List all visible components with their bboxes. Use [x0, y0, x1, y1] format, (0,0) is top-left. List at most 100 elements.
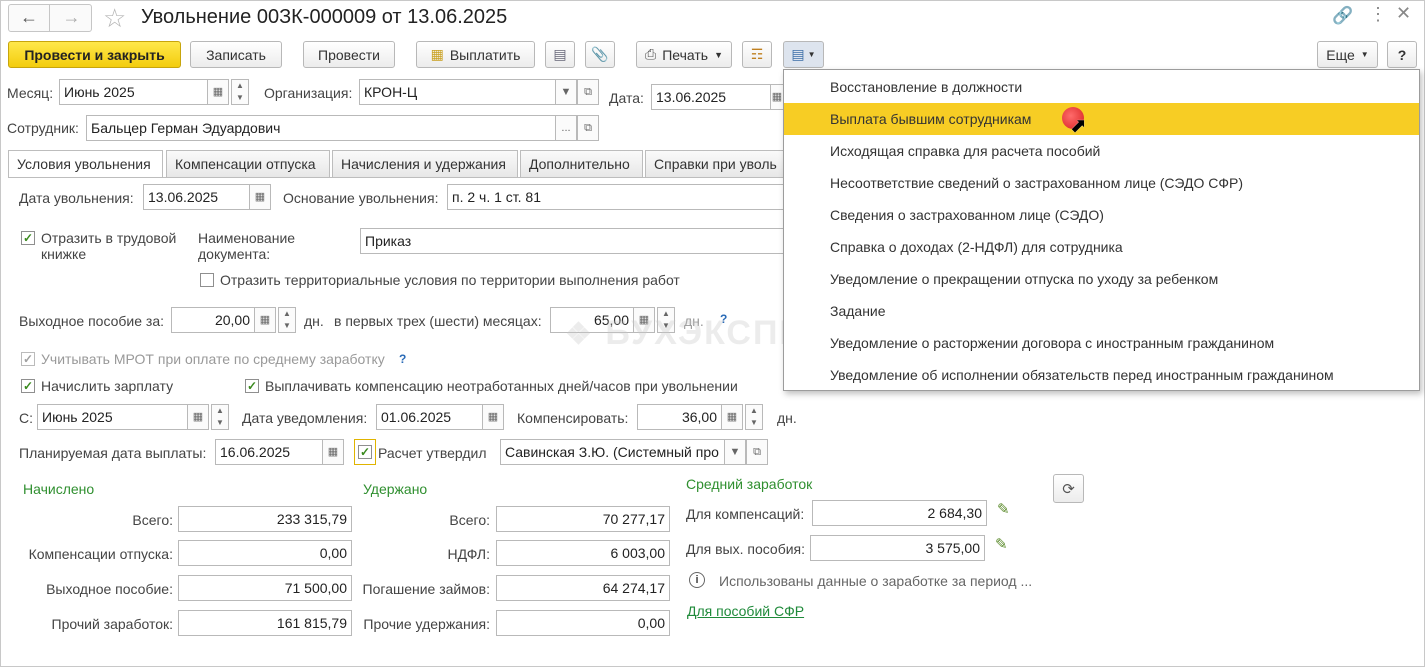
- favorite-star-icon[interactable]: ☆: [103, 3, 126, 34]
- create-based-icon: ▤: [791, 46, 805, 62]
- date-field[interactable]: 13.06.2025: [651, 84, 771, 110]
- employee-label: Сотрудник:: [7, 120, 79, 136]
- reason-field[interactable]: п. 2 ч. 1 ст. 81: [447, 184, 784, 210]
- create-based-on-button[interactable]: ▤ ▼: [783, 41, 824, 68]
- compensate-spinner[interactable]: ▲ ▼: [745, 404, 763, 430]
- from-field[interactable]: Июнь 2025: [37, 404, 188, 430]
- journal-button[interactable]: ▤: [545, 41, 575, 68]
- more-vertical-icon[interactable]: ⋮: [1369, 4, 1387, 25]
- employee-field[interactable]: Бальцер Герман Эдуардович: [86, 115, 556, 141]
- menu-item-foreign-obligations-notice[interactable]: Уведомлениe об исполнении обязательств п…: [784, 359, 1419, 391]
- compensation-checkbox[interactable]: ✓: [245, 379, 259, 393]
- accrued-total-value: 233 315,79: [178, 506, 352, 532]
- doc-name-label: Наименование документа:: [198, 230, 296, 262]
- approved-checkbox[interactable]: ✓: [358, 445, 372, 459]
- calculator-icon[interactable]: ▦: [721, 404, 743, 430]
- withheld-total-label: Всего:: [449, 512, 490, 528]
- from-label: С:: [19, 410, 33, 426]
- menu-item-task[interactable]: Задание: [784, 295, 1419, 327]
- forward-arrow-icon[interactable]: →: [51, 5, 92, 31]
- edit-pencil-icon[interactable]: ✎: [995, 535, 1008, 553]
- menu-item-income-certificate[interactable]: Справка о доходах (2-НДФЛ) для сотрудник…: [784, 231, 1419, 263]
- chevron-down-icon: ▼: [714, 49, 723, 60]
- select-ellipsis-icon[interactable]: ...: [555, 115, 577, 141]
- month-field[interactable]: Июнь 2025: [59, 79, 208, 105]
- link-icon[interactable]: 🔗: [1332, 6, 1353, 26]
- calculator-icon[interactable]: ▦: [254, 307, 276, 333]
- compensate-label: Компенсировать:: [517, 410, 629, 426]
- salary-checkbox[interactable]: ✓: [21, 379, 35, 393]
- open-icon[interactable]: ⧉: [746, 439, 768, 465]
- refresh-button[interactable]: ⟳: [1053, 474, 1084, 503]
- sfr-benefits-link[interactable]: Для пособий СФР: [687, 603, 804, 619]
- post-and-close-button[interactable]: Провести и закрыть: [8, 41, 181, 68]
- help-icon[interactable]: ?: [399, 352, 406, 366]
- month-label: Месяц:: [7, 85, 54, 101]
- tab-conditions[interactable]: Условия увольнения: [8, 150, 163, 178]
- withheld-loans-label: Погашение займов:: [362, 581, 490, 597]
- open-icon[interactable]: ⧉: [577, 115, 599, 141]
- approver-field[interactable]: Савинская З.Ю. (Системный про: [500, 439, 725, 465]
- menu-item-leave-termination-notice[interactable]: Уведомление о прекращении отпуска по ухо…: [784, 263, 1419, 295]
- from-spinner[interactable]: ▲ ▼: [211, 404, 229, 430]
- print-label: Печать: [662, 46, 709, 63]
- back-arrow-icon[interactable]: ←: [9, 5, 50, 31]
- withheld-total-value: 70 277,17: [496, 506, 670, 532]
- print-button[interactable]: ⎙ Печать ▼: [636, 41, 732, 68]
- calendar-icon[interactable]: ▦: [322, 439, 344, 465]
- calendar-icon[interactable]: ▦: [187, 404, 209, 430]
- severance-spinner[interactable]: ▲ ▼: [278, 307, 296, 333]
- chevron-down-icon[interactable]: ▼: [724, 439, 746, 465]
- dismissal-date-field[interactable]: 13.06.2025: [143, 184, 250, 210]
- menu-item-former-employees-payment[interactable]: Выплата бывшим сотрудникам: [784, 103, 1419, 135]
- planned-date-field[interactable]: 16.06.2025: [215, 439, 323, 465]
- first-months-label: в первых трех (шести) месяцах:: [334, 313, 542, 329]
- tab-certificates[interactable]: Справки при уволь: [645, 150, 785, 177]
- calendar-icon[interactable]: ▦: [207, 79, 229, 105]
- compensate-field[interactable]: 36,00: [637, 404, 722, 430]
- calendar-icon[interactable]: ▦: [249, 184, 271, 210]
- calendar-icon[interactable]: ▦: [770, 84, 784, 110]
- month-spinner[interactable]: ▲ ▼: [231, 79, 249, 105]
- average-title: Средний заработок: [686, 476, 813, 492]
- chevron-down-icon[interactable]: ▼: [555, 79, 577, 105]
- edit-pencil-icon[interactable]: ✎: [997, 500, 1010, 518]
- organization-field[interactable]: КРОН-Ц: [359, 79, 556, 105]
- menu-item-foreign-contract-termination[interactable]: Уведомление о расторжении договора с ино…: [784, 327, 1419, 359]
- accrued-other-label: Прочий заработок:: [51, 616, 173, 632]
- more-button[interactable]: Еще ▼: [1317, 41, 1378, 68]
- help-button[interactable]: ?: [1387, 41, 1417, 68]
- more-label: Еще: [1326, 46, 1355, 63]
- workbook-checkbox[interactable]: ✓: [21, 231, 35, 245]
- info-icon: i: [689, 572, 705, 588]
- severance-days-field[interactable]: 20,00: [171, 307, 255, 333]
- tab-vacation-compensation[interactable]: Компенсации отпуска: [166, 150, 330, 177]
- save-button[interactable]: Записать: [190, 41, 282, 68]
- withheld-title: Удержано: [363, 481, 428, 497]
- calendar-icon[interactable]: ▦: [482, 404, 504, 430]
- withheld-ndfl-value: 6 003,00: [496, 540, 670, 566]
- post-button[interactable]: Провести: [303, 41, 395, 68]
- open-icon[interactable]: ⧉: [577, 79, 599, 105]
- tab-accruals-deductions[interactable]: Начисления и удержания: [332, 150, 518, 177]
- pay-button[interactable]: ▦ Выплатить: [416, 41, 535, 68]
- menu-item-insured-info-sedo[interactable]: Сведения о застрахованном лице (СЭДО): [784, 199, 1419, 231]
- attach-button[interactable]: 📎: [585, 41, 615, 68]
- menu-item-mismatch-sedo[interactable]: Несоответствие сведений о застрахованном…: [784, 167, 1419, 199]
- notice-date-field[interactable]: 01.06.2025: [376, 404, 483, 430]
- menu-item-restore-position[interactable]: Восстановление в должности: [784, 71, 1419, 103]
- menu-item-outgoing-certificate[interactable]: Исходящая справка для расчета пособий: [784, 135, 1419, 167]
- refresh-icon: ⟳: [1062, 480, 1075, 498]
- mouse-cursor-icon: ⬈: [1070, 115, 1087, 137]
- chevron-down-icon: ▼: [1360, 50, 1369, 59]
- nav-buttons: ← →: [8, 4, 92, 32]
- mrot-checkbox[interactable]: ✓: [21, 352, 35, 366]
- close-icon[interactable]: ✕: [1396, 3, 1411, 24]
- approved-label: Расчет утвердил: [378, 445, 487, 461]
- territorial-checkbox[interactable]: [200, 273, 214, 287]
- planned-date-label: Планируемая дата выплаты:: [19, 445, 207, 461]
- report-button[interactable]: ☶: [742, 41, 772, 68]
- doc-name-field[interactable]: Приказ: [360, 228, 784, 254]
- tab-additional[interactable]: Дополнительно: [520, 150, 643, 177]
- organization-label: Организация:: [264, 85, 353, 101]
